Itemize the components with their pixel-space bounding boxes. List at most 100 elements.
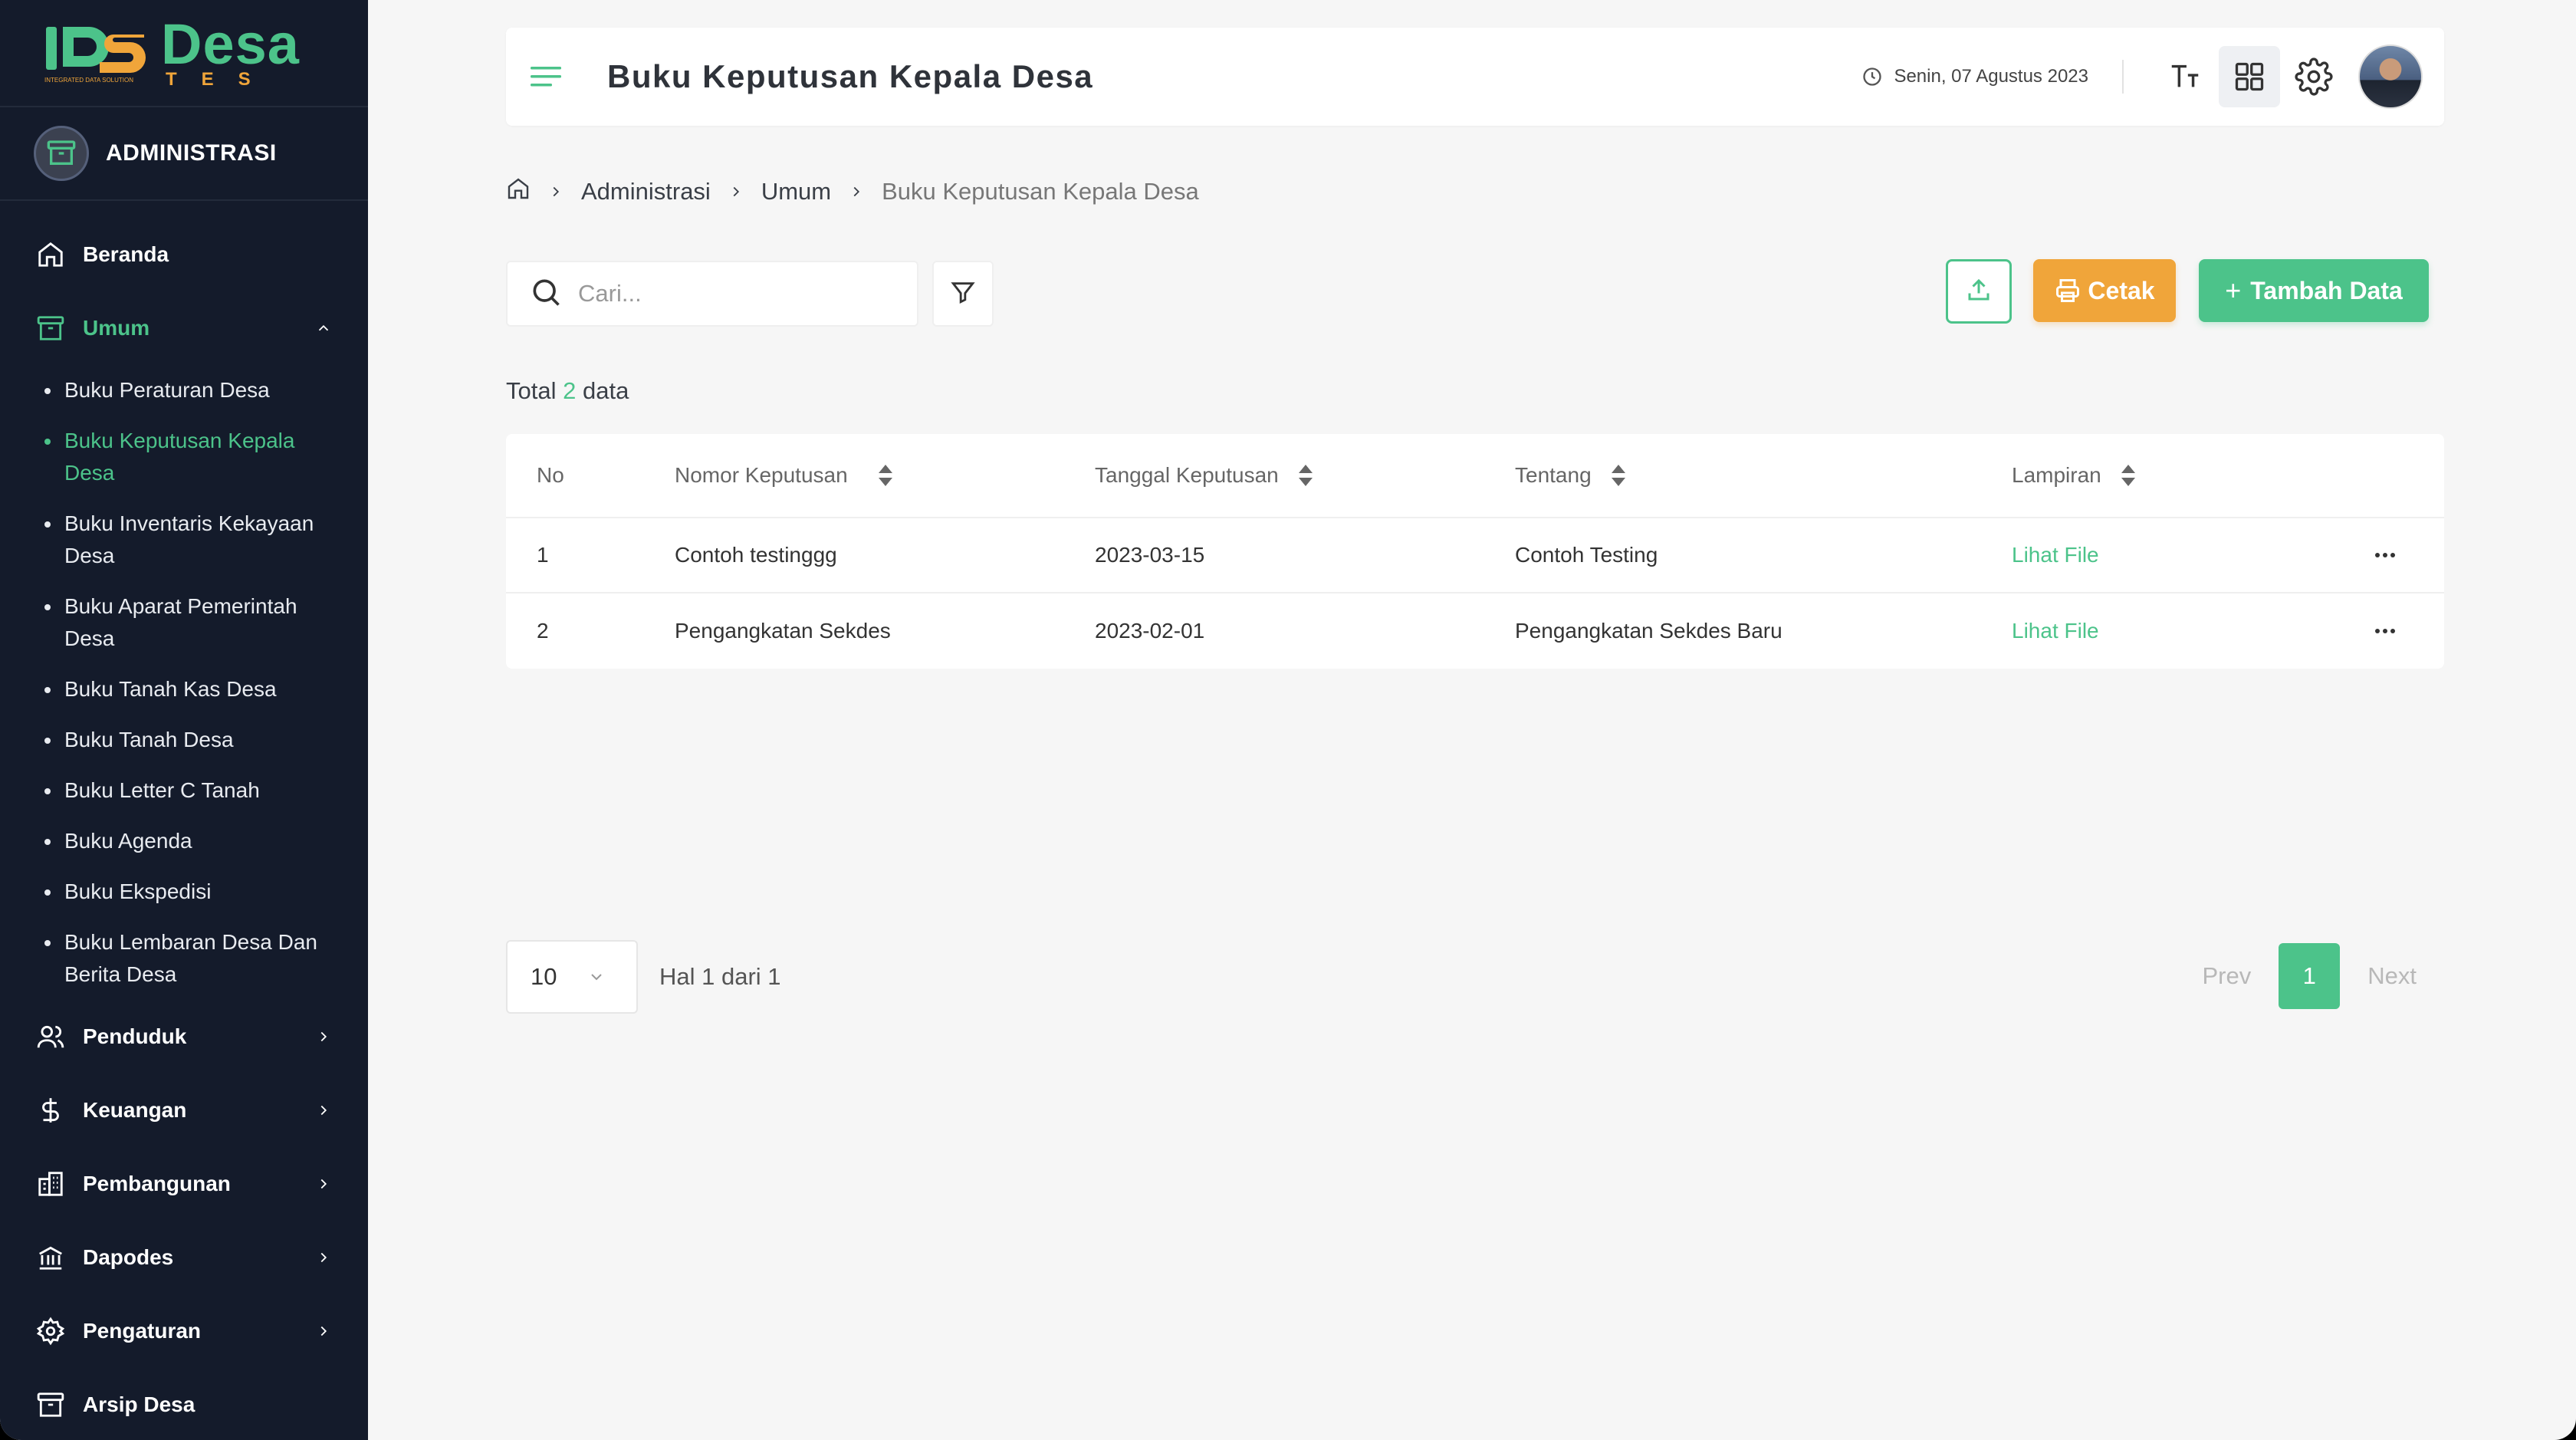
submenu-item[interactable]: Buku Tanah Kas Desa bbox=[43, 664, 337, 715]
toolbar: Cetak + Tambah Data bbox=[506, 259, 2444, 328]
sidebar-item-label: Pengaturan bbox=[83, 1319, 202, 1343]
breadcrumb-umum[interactable]: Umum bbox=[761, 178, 831, 205]
submenu-item[interactable]: Buku Ekspedisi bbox=[43, 866, 337, 917]
plus-icon: + bbox=[2225, 275, 2242, 306]
grid-icon[interactable] bbox=[2219, 46, 2280, 107]
filter-button[interactable] bbox=[932, 261, 994, 327]
divider bbox=[2122, 60, 2124, 94]
chevron-right-icon bbox=[848, 183, 865, 200]
sort-icon[interactable] bbox=[877, 463, 894, 488]
breadcrumb-administrasi[interactable]: Administrasi bbox=[581, 178, 711, 205]
sidebar-item-pembangunan[interactable]: Pembangunan bbox=[0, 1147, 368, 1221]
column-header-no: No bbox=[537, 463, 564, 487]
chevron-right-icon bbox=[313, 1100, 334, 1121]
breadcrumb-current: Buku Keputusan Kepala Desa bbox=[882, 178, 1199, 205]
cell-no: 1 bbox=[537, 543, 549, 567]
settings-gear-icon[interactable] bbox=[2283, 46, 2344, 107]
chevron-right-icon bbox=[728, 183, 744, 200]
sidebar-item-dapodes[interactable]: Dapodes bbox=[0, 1221, 368, 1294]
print-button[interactable]: Cetak bbox=[2033, 259, 2176, 322]
prev-button[interactable]: Prev bbox=[2175, 962, 2279, 990]
filter-icon bbox=[950, 279, 976, 309]
gear-icon bbox=[34, 1314, 67, 1348]
cell-tanggal: 2023-03-15 bbox=[1095, 543, 1205, 567]
total-count: Total 2 data bbox=[506, 377, 629, 404]
submenu-item[interactable]: Buku Lembaran Desa Dan Berita Desa bbox=[43, 917, 337, 1000]
page-title: Buku Keputusan Kepala Desa bbox=[607, 58, 1094, 94]
sidebar-item-label: Dapodes bbox=[83, 1245, 174, 1269]
clock-icon bbox=[1861, 66, 1883, 87]
avatar[interactable] bbox=[2358, 44, 2423, 109]
sidebar-nav: Beranda Umum Buku Peraturan Desa Buku Ke… bbox=[0, 201, 368, 1440]
column-header-tanggal[interactable]: Tanggal Keputusan bbox=[1095, 463, 1515, 488]
sidebar-item-label: Keuangan bbox=[83, 1098, 187, 1122]
menu-icon[interactable] bbox=[529, 60, 563, 94]
page-info: Hal 1 dari 1 bbox=[659, 963, 781, 990]
topbar: Buku Keputusan Kepala Desa Senin, 07 Agu… bbox=[506, 28, 2444, 126]
search-input[interactable] bbox=[578, 280, 900, 307]
cell-tentang: Contoh Testing bbox=[1515, 543, 1658, 567]
section-switcher[interactable]: ADMINISTRASI bbox=[0, 107, 368, 201]
sidebar-item-label: Pembangunan bbox=[83, 1172, 231, 1195]
chevron-right-icon bbox=[547, 183, 564, 200]
sidebar-item-keuangan[interactable]: Keuangan bbox=[0, 1073, 368, 1147]
printer-icon bbox=[2054, 277, 2082, 304]
dollar-icon bbox=[34, 1093, 67, 1127]
sidebar-item-pengaturan[interactable]: Pengaturan bbox=[0, 1294, 368, 1368]
font-size-icon[interactable] bbox=[2154, 46, 2216, 107]
chevron-right-icon bbox=[313, 1320, 334, 1342]
home-icon[interactable] bbox=[506, 176, 531, 207]
more-actions-icon[interactable] bbox=[2375, 553, 2395, 557]
sidebar-item-penduduk[interactable]: Penduduk bbox=[0, 1000, 368, 1073]
submenu-item[interactable]: Buku Letter C Tanah bbox=[43, 765, 337, 816]
sidebar-item-arsip-desa[interactable]: Arsip Desa bbox=[0, 1368, 368, 1440]
search-box bbox=[506, 261, 918, 327]
sidebar-item-label: Umum bbox=[83, 316, 150, 340]
svg-text:INTEGRATED DATA SOLUTION: INTEGRATED DATA SOLUTION bbox=[44, 77, 133, 84]
page-size-select[interactable]: 10 bbox=[506, 940, 638, 1014]
view-file-link[interactable]: Lihat File bbox=[2012, 619, 2099, 643]
sidebar-item-label: Beranda bbox=[83, 242, 169, 266]
cell-tentang: Pengangkatan Sekdes Baru bbox=[1515, 619, 1783, 643]
chevron-right-icon bbox=[313, 1247, 334, 1268]
upload-button[interactable] bbox=[1946, 259, 2012, 324]
logo[interactable]: INTEGRATED DATA SOLUTION Desa TES bbox=[0, 0, 368, 107]
submenu-item[interactable]: Buku Agenda bbox=[43, 816, 337, 866]
next-button[interactable]: Next bbox=[2340, 962, 2444, 990]
column-header-tentang[interactable]: Tentang bbox=[1515, 463, 2012, 488]
cell-tanggal: 2023-02-01 bbox=[1095, 619, 1205, 643]
archive-icon bbox=[34, 126, 89, 181]
submenu-item-active[interactable]: Buku Keputusan Kepala Desa bbox=[43, 416, 337, 498]
cell-no: 2 bbox=[537, 619, 549, 643]
users-icon bbox=[34, 1020, 67, 1054]
cell-nomor: Contoh testinggg bbox=[675, 543, 837, 567]
chevron-right-icon bbox=[313, 1026, 334, 1047]
submenu-item[interactable]: Buku Peraturan Desa bbox=[43, 365, 337, 416]
pagination: 10 Hal 1 dari 1 Prev 1 Next bbox=[506, 940, 2444, 1014]
add-data-button[interactable]: + Tambah Data bbox=[2199, 259, 2429, 322]
sort-icon[interactable] bbox=[1297, 463, 1314, 488]
building-icon bbox=[34, 1167, 67, 1201]
more-actions-icon[interactable] bbox=[2375, 629, 2395, 633]
sidebar-item-beranda[interactable]: Beranda bbox=[0, 218, 368, 291]
submenu-item[interactable]: Buku Tanah Desa bbox=[43, 715, 337, 765]
section-label: ADMINISTRASI bbox=[106, 140, 277, 166]
main-content: Buku Keputusan Kepala Desa Senin, 07 Agu… bbox=[368, 0, 2576, 1440]
column-header-lampiran[interactable]: Lampiran bbox=[2012, 463, 2334, 488]
column-header-nomor[interactable]: Nomor Keputusan bbox=[675, 463, 1095, 488]
sidebar-item-umum[interactable]: Umum bbox=[0, 291, 368, 365]
submenu-item[interactable]: Buku Inventaris Kekayaan Desa bbox=[43, 498, 337, 581]
submenu-item[interactable]: Buku Aparat Pemerintah Desa bbox=[43, 581, 337, 664]
home-icon bbox=[34, 238, 67, 271]
bank-icon bbox=[34, 1241, 67, 1274]
chevron-up-icon bbox=[313, 317, 334, 339]
current-date: Senin, 07 Agustus 2023 bbox=[1861, 66, 2088, 87]
page-number-button[interactable]: 1 bbox=[2279, 943, 2341, 1009]
chevron-right-icon bbox=[313, 1173, 334, 1195]
brand-subtitle: TES bbox=[166, 69, 275, 90]
view-file-link[interactable]: Lihat File bbox=[2012, 543, 2099, 567]
table-row: 2 Pengangkatan Sekdes 2023-02-01 Pengang… bbox=[506, 593, 2444, 669]
sidebar-item-label: Arsip Desa bbox=[83, 1392, 196, 1416]
sort-icon[interactable] bbox=[2120, 463, 2137, 488]
sort-icon[interactable] bbox=[1610, 463, 1627, 488]
